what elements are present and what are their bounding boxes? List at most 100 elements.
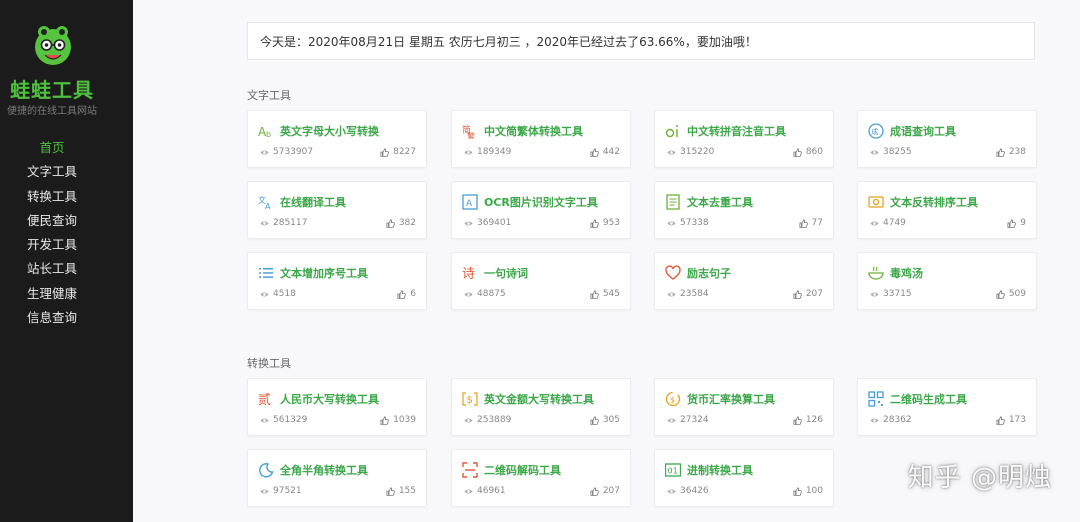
tool-card[interactable]: 二维码解码工具 46961 207 xyxy=(451,449,631,507)
tool-card[interactable]: 01 进制转换工具 36426 100 xyxy=(654,449,834,507)
tool-card-title[interactable]: 人民币大写转换工具 xyxy=(280,391,379,407)
thumbs-up-icon[interactable] xyxy=(590,218,599,228)
like-count[interactable]: 509 xyxy=(996,289,1026,299)
tool-card-header: 诗一句诗词 xyxy=(462,265,528,281)
view-count-value: 189349 xyxy=(477,147,512,157)
tool-card[interactable]: 励志句子 23584 207 xyxy=(654,252,834,310)
thumbs-up-icon[interactable] xyxy=(397,289,407,299)
like-count[interactable]: 100 xyxy=(793,486,823,496)
like-count[interactable]: 155 xyxy=(386,486,416,496)
thumbs-up-icon[interactable] xyxy=(793,415,802,425)
tool-card-title[interactable]: 中文转拼音注音工具 xyxy=(687,123,786,139)
tool-card-meta: 27324 126 xyxy=(667,414,823,426)
thumbs-up-icon[interactable] xyxy=(386,486,395,496)
tool-card-title[interactable]: 毒鸡汤 xyxy=(890,265,923,281)
view-count-value: 561329 xyxy=(273,415,308,425)
thumbs-up-icon[interactable] xyxy=(590,486,599,496)
like-count[interactable]: 382 xyxy=(386,218,416,228)
tool-card-title[interactable]: OCR图片识别文字工具 xyxy=(484,194,598,210)
tool-card-title[interactable]: 文本反转排序工具 xyxy=(890,194,978,210)
thumbs-up-icon[interactable] xyxy=(380,415,389,425)
tool-card-title[interactable]: 全角半角转换工具 xyxy=(280,462,368,478)
sidebar-item[interactable]: 信息查询 xyxy=(0,306,104,330)
tool-card[interactable]: 二维码生成工具 28362 173 xyxy=(857,378,1037,436)
tool-card-title[interactable]: 英文字母大小写转换 xyxy=(280,123,379,139)
tool-card-title[interactable]: 一句诗词 xyxy=(484,265,528,281)
tool-card-title[interactable]: 成语查询工具 xyxy=(890,123,956,139)
tool-card[interactable]: A OCR图片识别文字工具 369401 953 xyxy=(451,181,631,239)
tool-card-title[interactable]: 在线翻译工具 xyxy=(280,194,346,210)
tool-card[interactable]: 文本增加序号工具 4518 6 xyxy=(247,252,427,310)
like-count-value: 238 xyxy=(1008,147,1026,157)
sidebar-item[interactable]: 生理健康 xyxy=(0,282,104,306)
thumbs-up-icon[interactable] xyxy=(590,415,599,425)
tool-card-meta: 28362 173 xyxy=(870,414,1026,426)
thumbs-up-icon[interactable] xyxy=(386,218,395,228)
view-count-value: 48875 xyxy=(477,289,506,299)
like-count[interactable]: 953 xyxy=(590,218,620,228)
sidebar-item[interactable]: 便民查询 xyxy=(0,209,104,233)
like-count-value: 305 xyxy=(602,415,620,425)
tool-card-title[interactable]: 中文简繁体转换工具 xyxy=(484,123,583,139)
tool-card-title[interactable]: 励志句子 xyxy=(687,265,731,281)
like-count[interactable]: 6 xyxy=(397,289,416,299)
like-count[interactable]: 1039 xyxy=(380,415,416,425)
thumbs-up-icon[interactable] xyxy=(996,289,1005,299)
tool-card[interactable]: 中文转拼音注音工具 315220 860 xyxy=(654,110,834,168)
tool-card[interactable]: 文本去重工具 57338 77 xyxy=(654,181,834,239)
sidebar-item[interactable]: 文字工具 xyxy=(0,160,104,184)
thumbs-up-icon[interactable] xyxy=(1007,218,1017,228)
sidebar-item[interactable]: 开发工具 xyxy=(0,233,104,257)
list-icon xyxy=(258,265,274,281)
tool-card[interactable]: 成 成语查询工具 38255 238 xyxy=(857,110,1037,168)
tool-card[interactable]: 文本反转排序工具 4749 9 xyxy=(857,181,1037,239)
like-count[interactable]: 8227 xyxy=(380,147,416,157)
thumbs-up-icon[interactable] xyxy=(996,415,1005,425)
tool-card-title[interactable]: 英文金额大写转换工具 xyxy=(484,391,594,407)
thumbs-up-icon[interactable] xyxy=(996,147,1005,157)
tool-card-title[interactable]: 货币汇率换算工具 xyxy=(687,391,775,407)
sidebar-item[interactable]: 首页 xyxy=(0,136,104,160)
tool-card[interactable]: $ 货币汇率换算工具 27324 126 xyxy=(654,378,834,436)
tool-card-title[interactable]: 进制转换工具 xyxy=(687,462,753,478)
tool-card-title[interactable]: 二维码解码工具 xyxy=(484,462,561,478)
thumbs-up-icon[interactable] xyxy=(793,289,802,299)
like-count[interactable]: 77 xyxy=(799,218,823,228)
tool-card-title[interactable]: 二维码生成工具 xyxy=(890,391,967,407)
sidebar-item[interactable]: 站长工具 xyxy=(0,257,104,281)
like-count[interactable]: 207 xyxy=(793,289,823,299)
tool-card[interactable]: 毒鸡汤 33715 509 xyxy=(857,252,1037,310)
thumbs-up-icon[interactable] xyxy=(380,147,389,157)
like-count[interactable]: 126 xyxy=(793,415,823,425)
thumbs-up-icon[interactable] xyxy=(799,218,808,228)
like-count[interactable]: 860 xyxy=(793,147,823,157)
eye-icon xyxy=(870,416,879,425)
tool-card-title[interactable]: 文本去重工具 xyxy=(687,194,753,210)
tool-card[interactable]: 全角半角转换工具 97521 155 xyxy=(247,449,427,507)
frog-logo-icon[interactable] xyxy=(33,24,73,66)
like-count[interactable]: 545 xyxy=(590,289,620,299)
tool-card[interactable]: 简繁中文简繁体转换工具 189349 442 xyxy=(451,110,631,168)
like-count[interactable]: 173 xyxy=(996,415,1026,425)
view-count: 285117 xyxy=(260,218,307,228)
thumbs-up-icon[interactable] xyxy=(793,147,802,157)
eye-icon xyxy=(667,487,676,496)
like-count[interactable]: 442 xyxy=(590,147,620,157)
tool-card[interactable]: Ab 英文字母大小写转换 5733907 8227 xyxy=(247,110,427,168)
view-count: 27324 xyxy=(667,415,709,425)
like-count[interactable]: 9 xyxy=(1007,218,1026,228)
thumbs-up-icon[interactable] xyxy=(793,486,802,496)
like-count[interactable]: 238 xyxy=(996,147,1026,157)
thumbs-up-icon[interactable] xyxy=(590,289,599,299)
tool-card[interactable]: 贰人民币大写转换工具 561329 1039 xyxy=(247,378,427,436)
tool-card[interactable]: 诗一句诗词 48875 545 xyxy=(451,252,631,310)
thumbs-up-icon[interactable] xyxy=(590,147,599,157)
sidebar-item[interactable]: 转换工具 xyxy=(0,185,104,209)
tool-card[interactable]: 文 A 在线翻译工具 285117 382 xyxy=(247,181,427,239)
like-count[interactable]: 207 xyxy=(590,486,620,496)
site-name[interactable]: 蛙蛙工具 xyxy=(0,74,104,103)
tool-card[interactable]: $ 英文金额大写转换工具 253889 305 xyxy=(451,378,631,436)
like-count[interactable]: 305 xyxy=(590,415,620,425)
svg-text:01: 01 xyxy=(668,467,678,476)
tool-card-title[interactable]: 文本增加序号工具 xyxy=(280,265,368,281)
